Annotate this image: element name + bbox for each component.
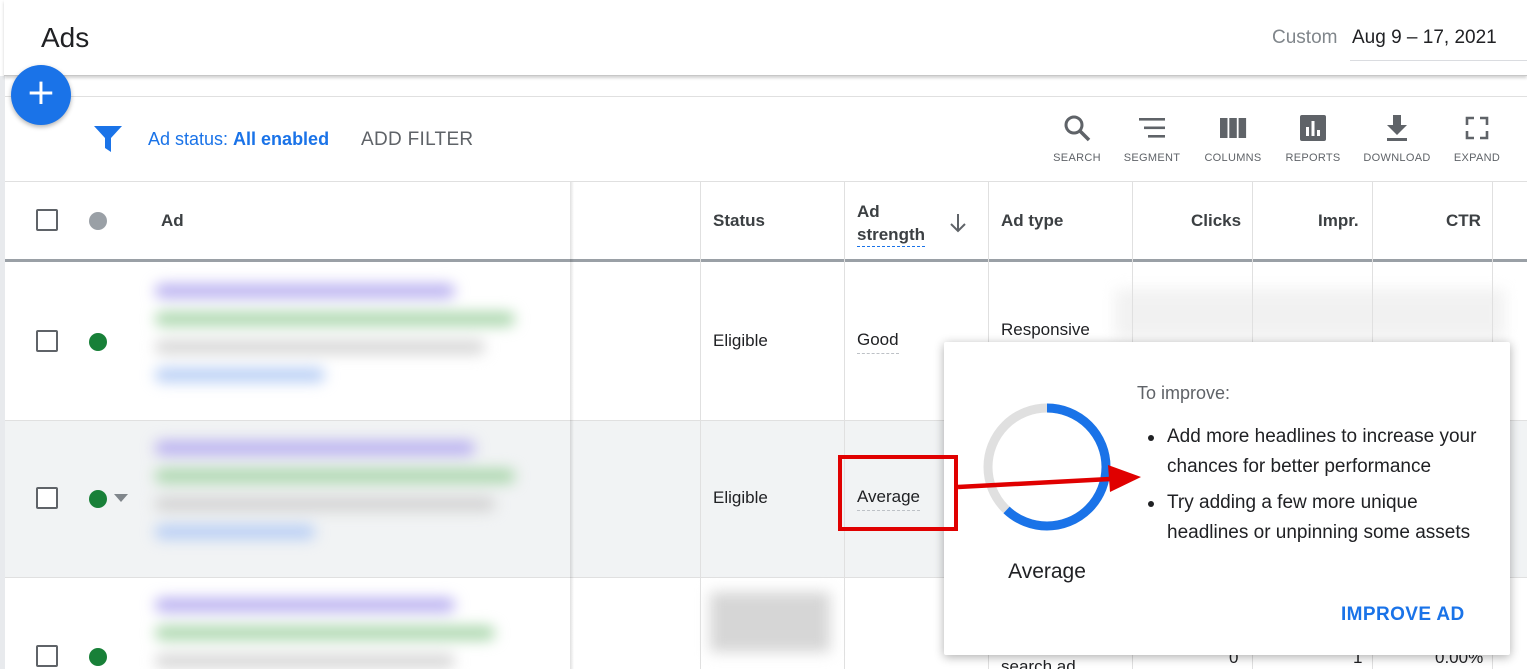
column-header-ad[interactable]: Ad	[161, 211, 184, 231]
reports-label: REPORTS	[1285, 152, 1341, 164]
popup-rating-label: Average	[1008, 560, 1086, 583]
ad-preview-blurred[interactable]	[155, 598, 535, 669]
ad-strength-header-line1: Ad	[857, 202, 880, 221]
select-all-checkbox[interactable]	[36, 209, 58, 231]
column-header-ad-strength[interactable]: Ad strength	[857, 200, 925, 247]
bullet-icon	[1148, 501, 1154, 507]
ad-strength-value[interactable]: Good	[857, 330, 899, 354]
expand-label: EXPAND	[1453, 152, 1501, 164]
to-improve-title: To improve:	[1137, 383, 1231, 403]
segment-button[interactable]: SEGMENT	[1107, 113, 1197, 164]
ad-strength-donut	[983, 403, 1111, 531]
row-checkbox[interactable]	[36, 645, 58, 667]
ad-type-value: Responsive	[1001, 320, 1090, 339]
columns-label: COLUMNS	[1204, 152, 1262, 164]
chevron-down-icon[interactable]	[114, 494, 128, 502]
column-header-status[interactable]: Status	[713, 211, 765, 231]
improvement-tips-list: Add more headlines to increase your chan…	[1140, 422, 1500, 554]
column-header-clicks[interactable]: Clicks	[1191, 211, 1241, 231]
date-range-selector[interactable]: Aug 9 – 17, 2021	[1352, 27, 1497, 49]
status-value: Eligible	[713, 488, 768, 507]
enabled-status-dot[interactable]	[89, 490, 107, 508]
columns-button[interactable]: COLUMNS	[1188, 113, 1278, 164]
column-header-impr[interactable]: Impr.	[1318, 211, 1359, 231]
bullet-icon	[1148, 435, 1154, 441]
reports-icon	[1300, 115, 1326, 141]
download-label: DOWNLOAD	[1363, 152, 1431, 164]
table-header: Ad Status Ad strength Ad type Clicks Imp…	[5, 182, 1527, 262]
expand-icon	[1465, 116, 1489, 140]
add-ad-button[interactable]: +	[11, 65, 71, 125]
columns-icon	[1220, 118, 1247, 138]
segment-icon	[1139, 118, 1165, 138]
table-toolbar: Ad status: All enabled ADD FILTER SEARCH…	[5, 96, 1527, 182]
improvement-tip: Try adding a few more unique headlines o…	[1140, 488, 1500, 548]
expand-button[interactable]: EXPAND	[1432, 113, 1522, 164]
column-divider	[700, 182, 701, 669]
improvement-tip-text: Add more headlines to increase your chan…	[1167, 426, 1477, 477]
filter-value: All enabled	[233, 129, 330, 149]
ad-preview-blurred[interactable]	[155, 441, 545, 553]
ad-preview-blurred[interactable]	[155, 284, 535, 396]
filter-icon[interactable]	[93, 125, 123, 153]
metrics-blurred	[1115, 289, 1505, 339]
date-preset-label[interactable]: Custom	[1272, 27, 1337, 49]
enabled-status-dot[interactable]	[89, 333, 107, 351]
ad-strength-header-line2: strength	[857, 225, 925, 244]
date-range-underline	[1350, 60, 1527, 61]
reports-button[interactable]: REPORTS	[1268, 113, 1358, 164]
ad-status-filter[interactable]: Ad status: All enabled	[148, 129, 329, 150]
column-header-ctr[interactable]: CTR	[1446, 211, 1481, 231]
status-blurred	[710, 592, 830, 652]
column-divider	[844, 182, 845, 669]
filter-prefix: Ad status:	[148, 129, 234, 149]
ad-type-value: search ad	[1001, 657, 1076, 669]
frozen-column-shadow	[570, 182, 574, 669]
improvement-tip-text: Try adding a few more unique headlines o…	[1167, 492, 1471, 543]
status-value: Eligible	[713, 331, 768, 350]
page-title: Ads	[41, 22, 90, 53]
add-filter-button[interactable]: ADD FILTER	[361, 129, 473, 151]
enabled-status-dot[interactable]	[89, 648, 107, 666]
download-button[interactable]: DOWNLOAD	[1352, 113, 1442, 164]
status-dot-header[interactable]	[89, 212, 107, 230]
download-icon	[1387, 115, 1407, 141]
annotation-highlight-box	[838, 455, 958, 531]
segment-label: SEGMENT	[1123, 152, 1181, 164]
search-icon	[1064, 115, 1091, 142]
ad-strength-popup: Average To improve: Add more headlines t…	[944, 342, 1510, 655]
improvement-tip: Add more headlines to increase your chan…	[1140, 422, 1500, 482]
row-checkbox[interactable]	[36, 330, 58, 352]
row-checkbox[interactable]	[36, 487, 58, 509]
sort-descending-icon[interactable]	[949, 213, 967, 233]
column-header-ad-type[interactable]: Ad type	[1001, 211, 1063, 231]
improve-ad-button[interactable]: IMPROVE AD	[1341, 604, 1465, 626]
top-bar: Ads Custom Aug 9 – 17, 2021	[4, 0, 1527, 76]
